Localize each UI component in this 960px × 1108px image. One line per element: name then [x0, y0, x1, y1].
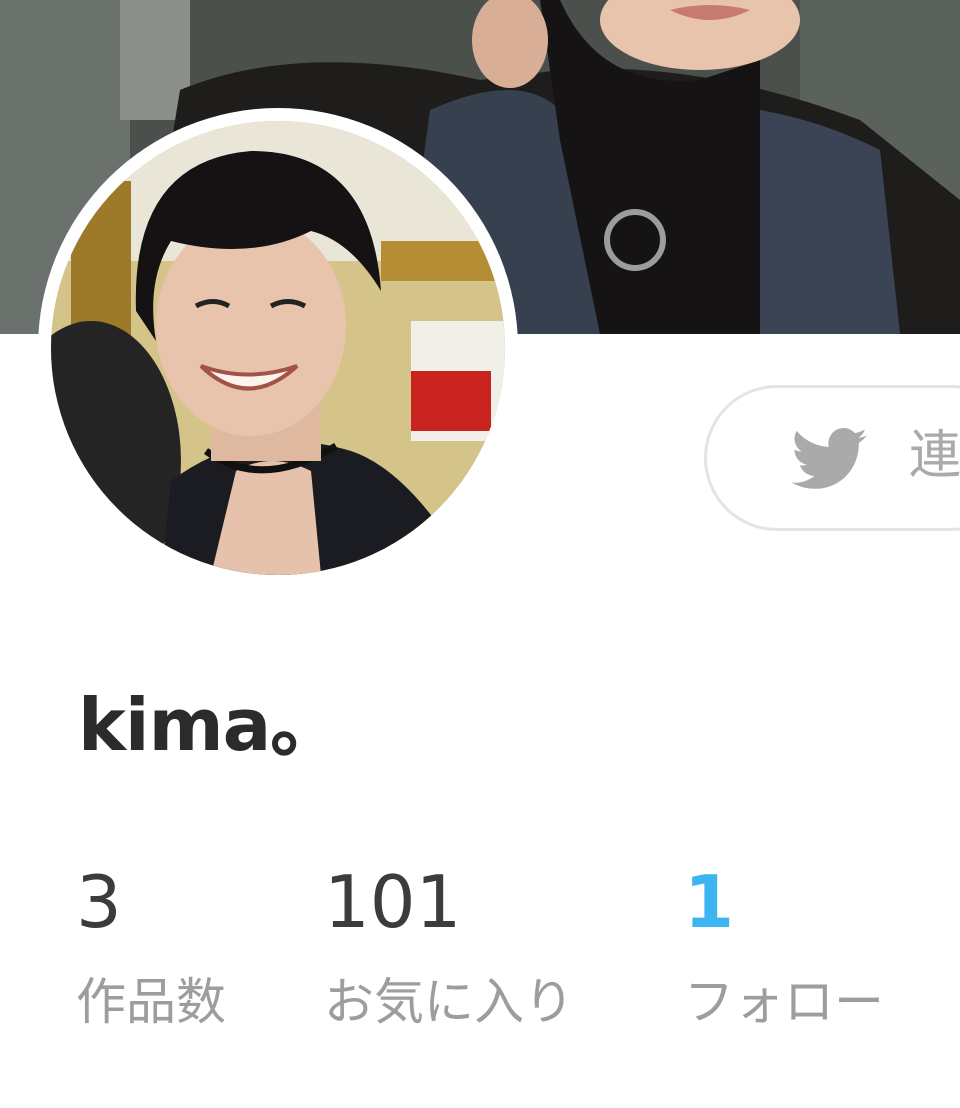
avatar[interactable] [38, 108, 518, 588]
stat-follow[interactable]: 1 フォロー [684, 860, 884, 1032]
stat-favorites[interactable]: 101 お気に入り [324, 860, 574, 1032]
username: kima。 [78, 683, 342, 767]
avatar-photo [51, 121, 505, 575]
stat-works[interactable]: 3 作品数 [76, 860, 226, 1032]
profile-page: 連 kima。 3 作品数 101 お気に入り 1 フォロー [0, 0, 960, 1108]
stat-favorites-label: お気に入り [324, 973, 574, 1031]
twitter-icon [791, 428, 868, 489]
stat-follow-value: 1 [684, 860, 735, 944]
stat-works-value: 3 [76, 860, 122, 944]
stat-follow-label: フォロー [684, 973, 884, 1031]
stat-favorites-value: 101 [324, 860, 462, 944]
stat-works-label: 作品数 [76, 973, 226, 1031]
link-button-label: 連 [909, 426, 960, 486]
twitter-link-button[interactable]: 連 [704, 385, 960, 531]
